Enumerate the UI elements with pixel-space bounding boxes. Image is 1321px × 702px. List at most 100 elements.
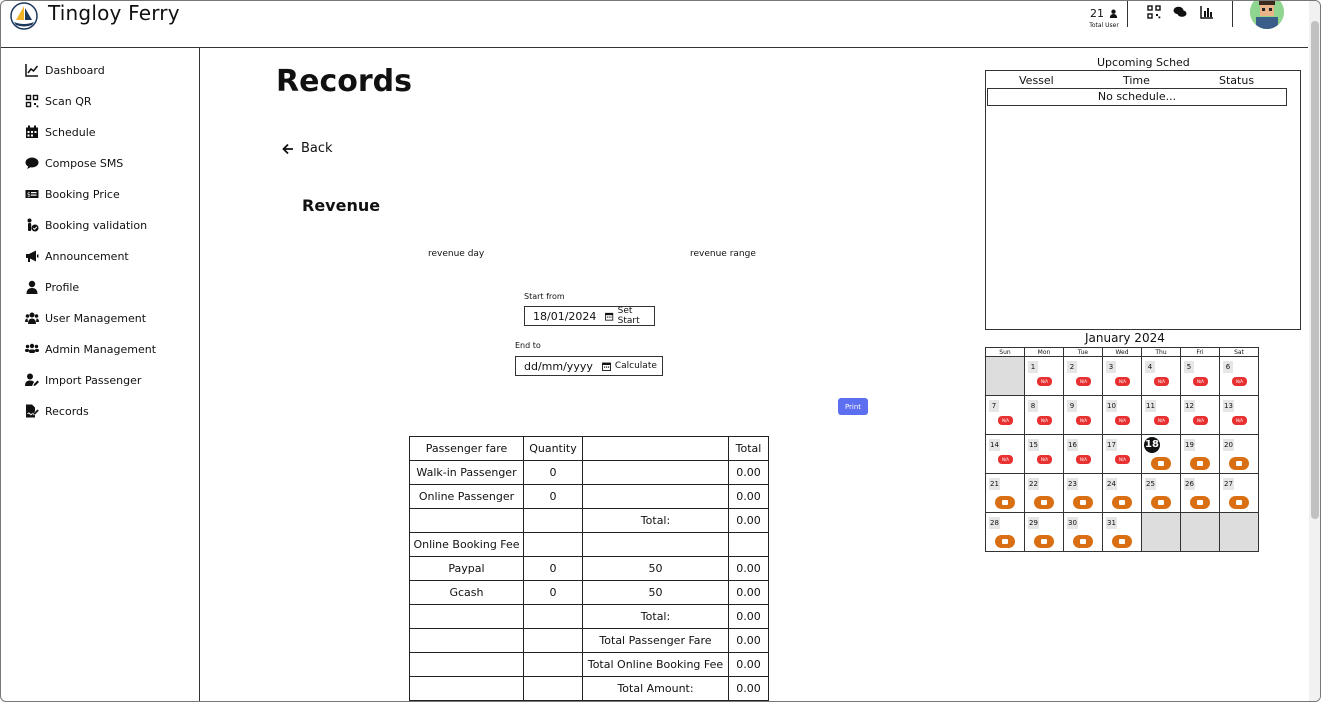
sidebar-item-dashboard[interactable]: Dashboard bbox=[25, 62, 105, 78]
calendar-day-cell[interactable]: 31 bbox=[1102, 512, 1142, 552]
calendar-day-number: 28 bbox=[989, 517, 1000, 529]
calendar-day-cell[interactable]: 17 N/A bbox=[1102, 434, 1142, 474]
users-icon bbox=[25, 312, 39, 324]
calendar-day-cell[interactable]: 14 N/A bbox=[985, 434, 1025, 474]
calendar-day-cell[interactable]: 27 bbox=[1219, 473, 1259, 513]
calendar-day-cell[interactable]: 30 bbox=[1063, 512, 1103, 552]
calendar-day-cell[interactable]: 4 N/A bbox=[1141, 356, 1181, 396]
calendar-day-cell[interactable]: 28 bbox=[985, 512, 1025, 552]
total-user-label: Total User bbox=[1089, 22, 1119, 29]
sidebar-item-import-passenger[interactable]: Import Passenger bbox=[25, 372, 141, 388]
book-schedule-icon[interactable] bbox=[1229, 457, 1249, 470]
sidebar-item-schedule[interactable]: Schedule bbox=[25, 124, 96, 140]
book-schedule-icon[interactable] bbox=[1190, 457, 1210, 470]
calendar-day-number: 25 bbox=[1145, 478, 1156, 490]
table-row: Online Booking Fee bbox=[409, 532, 769, 557]
book-schedule-icon[interactable] bbox=[1112, 496, 1132, 509]
calendar-day-cell[interactable]: 19 bbox=[1180, 434, 1220, 474]
book-schedule-icon[interactable] bbox=[1229, 496, 1249, 509]
calendar-day-cell[interactable]: 25 bbox=[1141, 473, 1181, 513]
book-schedule-icon[interactable] bbox=[1073, 535, 1093, 548]
calendar-icon bbox=[601, 362, 611, 371]
set-start-button[interactable]: Set Start bbox=[605, 306, 654, 326]
back-button[interactable]: Back bbox=[282, 141, 333, 156]
tab-revenue-range[interactable]: revenue range bbox=[690, 249, 756, 259]
book-schedule-icon[interactable] bbox=[1073, 496, 1093, 509]
sidebar-item-user-management[interactable]: User Management bbox=[25, 310, 146, 326]
book-schedule-icon[interactable] bbox=[1034, 496, 1054, 509]
sidebar-item-profile[interactable]: Profile bbox=[25, 279, 79, 295]
sidebar-item-booking-price[interactable]: $ Booking Price bbox=[25, 186, 120, 202]
sidebar-item-compose-sms[interactable]: Compose SMS bbox=[25, 155, 123, 171]
table-cell: 0 bbox=[523, 556, 583, 581]
sidebar-item-records[interactable]: Records bbox=[25, 403, 89, 419]
chat-icon[interactable] bbox=[1173, 5, 1187, 19]
sidebar-item-scan-qr[interactable]: Scan QR bbox=[25, 93, 92, 109]
sidebar-item-booking-validation[interactable]: Booking validation bbox=[25, 217, 147, 233]
user-icon bbox=[1109, 9, 1118, 18]
calendar-day-cell[interactable]: 21 bbox=[985, 473, 1025, 513]
calendar-day-cell[interactable]: 15 N/A bbox=[1024, 434, 1064, 474]
scrollbar-thumb[interactable] bbox=[1311, 21, 1319, 519]
calendar-day-cell[interactable]: 6 N/A bbox=[1219, 356, 1259, 396]
table-cell bbox=[409, 508, 524, 533]
table-cell: Walk-in Passenger bbox=[409, 460, 524, 485]
calendar-day-cell[interactable]: 26 bbox=[1180, 473, 1220, 513]
calendar-day-cell[interactable]: 10 N/A bbox=[1102, 395, 1142, 435]
calendar-day-cell[interactable]: 29 bbox=[1024, 512, 1064, 552]
calendar-empty-cell bbox=[985, 356, 1025, 396]
qr-code-icon[interactable] bbox=[1147, 5, 1161, 19]
sidebar-item-announcement[interactable]: Announcement bbox=[25, 248, 129, 264]
calendar-day-cell[interactable]: 5 N/A bbox=[1180, 356, 1220, 396]
table-cell bbox=[582, 436, 729, 461]
book-schedule-icon[interactable] bbox=[1112, 535, 1132, 548]
schedule-col-time: Time bbox=[1123, 74, 1150, 87]
sidebar-item-admin-management[interactable]: Admin Management bbox=[25, 341, 156, 357]
table-cell: Online Passenger bbox=[409, 484, 524, 509]
calendar-day-cell[interactable]: 12 N/A bbox=[1180, 395, 1220, 435]
book-schedule-icon[interactable] bbox=[1151, 496, 1171, 509]
calendar-day-cell[interactable]: 20 bbox=[1219, 434, 1259, 474]
calendar-day-cell[interactable]: 13 N/A bbox=[1219, 395, 1259, 435]
section-title: Revenue bbox=[302, 196, 381, 215]
calendar-day-number: 11 bbox=[1145, 400, 1156, 412]
calendar-day-cell[interactable]: 8 N/A bbox=[1024, 395, 1064, 435]
book-schedule-icon[interactable] bbox=[1151, 457, 1171, 470]
calendar-day-cell[interactable]: 9 N/A bbox=[1063, 395, 1103, 435]
calculate-button[interactable]: Calculate bbox=[601, 361, 657, 371]
calendar-day-number: 7 bbox=[989, 400, 999, 412]
vertical-scrollbar[interactable] bbox=[1309, 1, 1320, 701]
table-cell: 0.00 bbox=[728, 556, 769, 581]
calendar-day-cell[interactable]: 16 N/A bbox=[1063, 434, 1103, 474]
user-avatar[interactable] bbox=[1250, 1, 1284, 29]
print-button[interactable]: Print bbox=[838, 398, 868, 415]
calendar-day-cell[interactable]: 7 N/A bbox=[985, 395, 1025, 435]
total-user-counter[interactable]: 21 Total User bbox=[1084, 2, 1124, 29]
start-date-field[interactable]: 18/01/2024 Set Start bbox=[524, 306, 655, 326]
calendar-day-cell[interactable]: 23 bbox=[1063, 473, 1103, 513]
calendar-day-number: 17 bbox=[1106, 439, 1117, 451]
calendar-day-number: 6 bbox=[1223, 361, 1233, 373]
calendar-day-number: 24 bbox=[1106, 478, 1117, 490]
money-bill-icon: $ bbox=[25, 190, 39, 199]
calendar-day-cell[interactable]: 2 N/A bbox=[1063, 356, 1103, 396]
chart-icon[interactable] bbox=[1200, 5, 1214, 19]
book-schedule-icon[interactable] bbox=[1034, 535, 1054, 548]
calendar-day-cell[interactable]: 11 N/A bbox=[1141, 395, 1181, 435]
table-cell: Gcash bbox=[409, 580, 524, 605]
calendar-day-cell[interactable]: 3 N/A bbox=[1102, 356, 1142, 396]
not-available-badge: N/A bbox=[1076, 416, 1091, 425]
tab-revenue-day[interactable]: revenue day bbox=[428, 249, 484, 259]
arrow-left-icon bbox=[282, 143, 293, 154]
calendar-day-cell[interactable]: 1 N/A bbox=[1024, 356, 1064, 396]
calendar-day-cell[interactable]: 24 bbox=[1102, 473, 1142, 513]
calendar-day-cell[interactable]: 18 bbox=[1141, 434, 1181, 474]
calendar-day-number: 30 bbox=[1067, 517, 1078, 529]
calendar-day-cell[interactable]: 22 bbox=[1024, 473, 1064, 513]
user-icon bbox=[26, 280, 38, 294]
end-date-field[interactable]: dd/mm/yyyy Calculate bbox=[515, 356, 663, 376]
book-schedule-icon[interactable] bbox=[995, 496, 1015, 509]
book-schedule-icon[interactable] bbox=[995, 535, 1015, 548]
book-schedule-icon[interactable] bbox=[1190, 496, 1210, 509]
calendar-day-number: 21 bbox=[989, 478, 1000, 490]
